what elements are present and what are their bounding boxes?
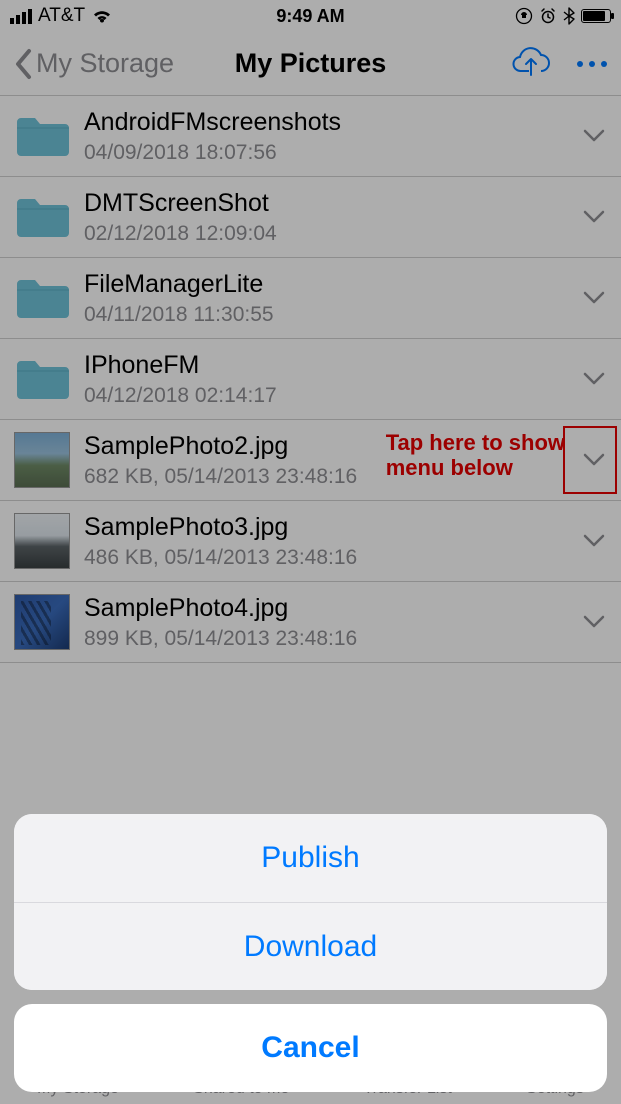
photo-thumbnail [14,432,70,488]
list-item[interactable]: FileManagerLite 04/11/2018 11:30:55 [0,258,621,339]
item-meta: 04/11/2018 11:30:55 [84,303,581,327]
list-item[interactable]: SamplePhoto2.jpg682 KB, 05/14/2013 23:48… [0,420,621,501]
bluetooth-icon [563,7,575,25]
cloud-upload-icon [509,45,551,77]
page-title: My Pictures [235,48,387,79]
list-item-text: DMTScreenShot 02/12/2018 12:09:04 [84,189,581,246]
item-meta: 486 KB, 05/14/2013 23:48:16 [84,546,581,570]
list-item-text: SamplePhoto3.jpg 486 KB, 05/14/2013 23:48… [84,513,581,570]
annotation-highlight-box [563,426,617,494]
wifi-icon [91,8,113,24]
item-name: AndroidFMscreenshots [84,108,581,137]
annotation-text: Tap here to showmenu below [386,430,565,481]
list-item-text: AndroidFMscreenshots 04/09/2018 18:07:56 [84,108,581,165]
list-item-text: FileManagerLite 04/11/2018 11:30:55 [84,270,581,327]
cancel-button[interactable]: Cancel [14,1004,607,1092]
alarm-icon [539,7,557,25]
item-name: DMTScreenShot [84,189,581,218]
chevron-left-icon [14,48,34,80]
list-item[interactable]: AndroidFMscreenshots 04/09/2018 18:07:56 [0,96,621,177]
list-item[interactable]: SamplePhoto3.jpg 486 KB, 05/14/2013 23:48… [0,501,621,582]
item-name: IPhoneFM [84,351,581,380]
orientation-lock-icon [515,7,533,25]
folder-icon [14,270,70,326]
photo-thumbnail [14,594,70,650]
list-item-text: SamplePhoto4.jpg 899 KB, 05/14/2013 23:48… [84,594,581,651]
item-name: SamplePhoto4.jpg [84,594,581,623]
back-button[interactable]: My Storage [14,48,174,80]
list-item[interactable]: DMTScreenShot 02/12/2018 12:09:04 [0,177,621,258]
upload-button[interactable] [509,45,551,82]
item-meta: 04/09/2018 18:07:56 [84,141,581,165]
item-name: FileManagerLite [84,270,581,299]
signal-icon [10,9,32,24]
chevron-down-icon[interactable] [581,528,607,554]
item-meta: 899 KB, 05/14/2013 23:48:16 [84,627,581,651]
nav-bar: My Storage My Pictures [0,32,621,96]
chevron-down-icon[interactable] [581,204,607,230]
chevron-down-icon[interactable] [581,285,607,311]
back-label: My Storage [36,48,174,79]
list-item[interactable]: IPhoneFM 04/12/2018 02:14:17 [0,339,621,420]
chevron-down-icon[interactable] [581,123,607,149]
item-name: SamplePhoto3.jpg [84,513,581,542]
chevron-down-icon[interactable] [581,366,607,392]
more-button[interactable] [577,61,607,67]
download-button[interactable]: Download [14,902,607,990]
list-item-text: IPhoneFM 04/12/2018 02:14:17 [84,351,581,408]
item-meta: 02/12/2018 12:09:04 [84,222,581,246]
clock-label: 9:49 AM [276,6,344,27]
folder-icon [14,108,70,164]
status-bar: AT&T 9:49 AM [0,0,621,32]
file-list: AndroidFMscreenshots 04/09/2018 18:07:56 D… [0,96,621,663]
carrier-label: AT&T [38,5,85,27]
action-sheet: Publish Download Cancel [14,814,607,1092]
publish-button[interactable]: Publish [14,814,607,902]
battery-icon [581,9,611,23]
folder-icon [14,189,70,245]
photo-thumbnail [14,513,70,569]
chevron-down-icon[interactable] [581,609,607,635]
folder-icon [14,351,70,407]
list-item[interactable]: SamplePhoto4.jpg 899 KB, 05/14/2013 23:48… [0,582,621,663]
item-meta: 04/12/2018 02:14:17 [84,384,581,408]
